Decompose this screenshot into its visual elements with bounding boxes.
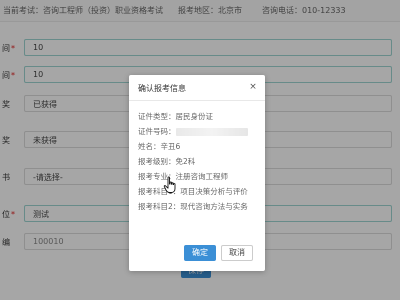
masked-id-number — [175, 128, 248, 136]
subject2-line: 报考科目2：现代咨询方法与实务 — [138, 202, 248, 211]
dialog-title: 确认报考信息 — [138, 84, 186, 93]
level-line: 报考级别：免2科 — [138, 157, 196, 166]
id-type-line: 证件类型：居民身份证 — [138, 112, 213, 121]
subject1-line: 报考科目1：项目决策分析与评价 — [138, 187, 248, 196]
close-icon[interactable]: × — [247, 81, 259, 93]
major-line: 报考专业：注册咨询工程师 — [138, 172, 228, 181]
dialog-header: 确认报考信息 × — [129, 75, 265, 101]
name-line: 姓名：辛丑6 — [138, 142, 181, 151]
id-number-line: 证件号码： — [138, 126, 248, 137]
confirm-button[interactable]: 确定 — [184, 245, 216, 261]
cancel-button[interactable]: 取消 — [221, 245, 253, 261]
hand-cursor-icon — [163, 176, 176, 193]
confirm-registration-dialog: 确认报考信息 × 证件类型：居民身份证 证件号码： 姓名：辛丑6 报考级别：免2… — [129, 75, 265, 271]
